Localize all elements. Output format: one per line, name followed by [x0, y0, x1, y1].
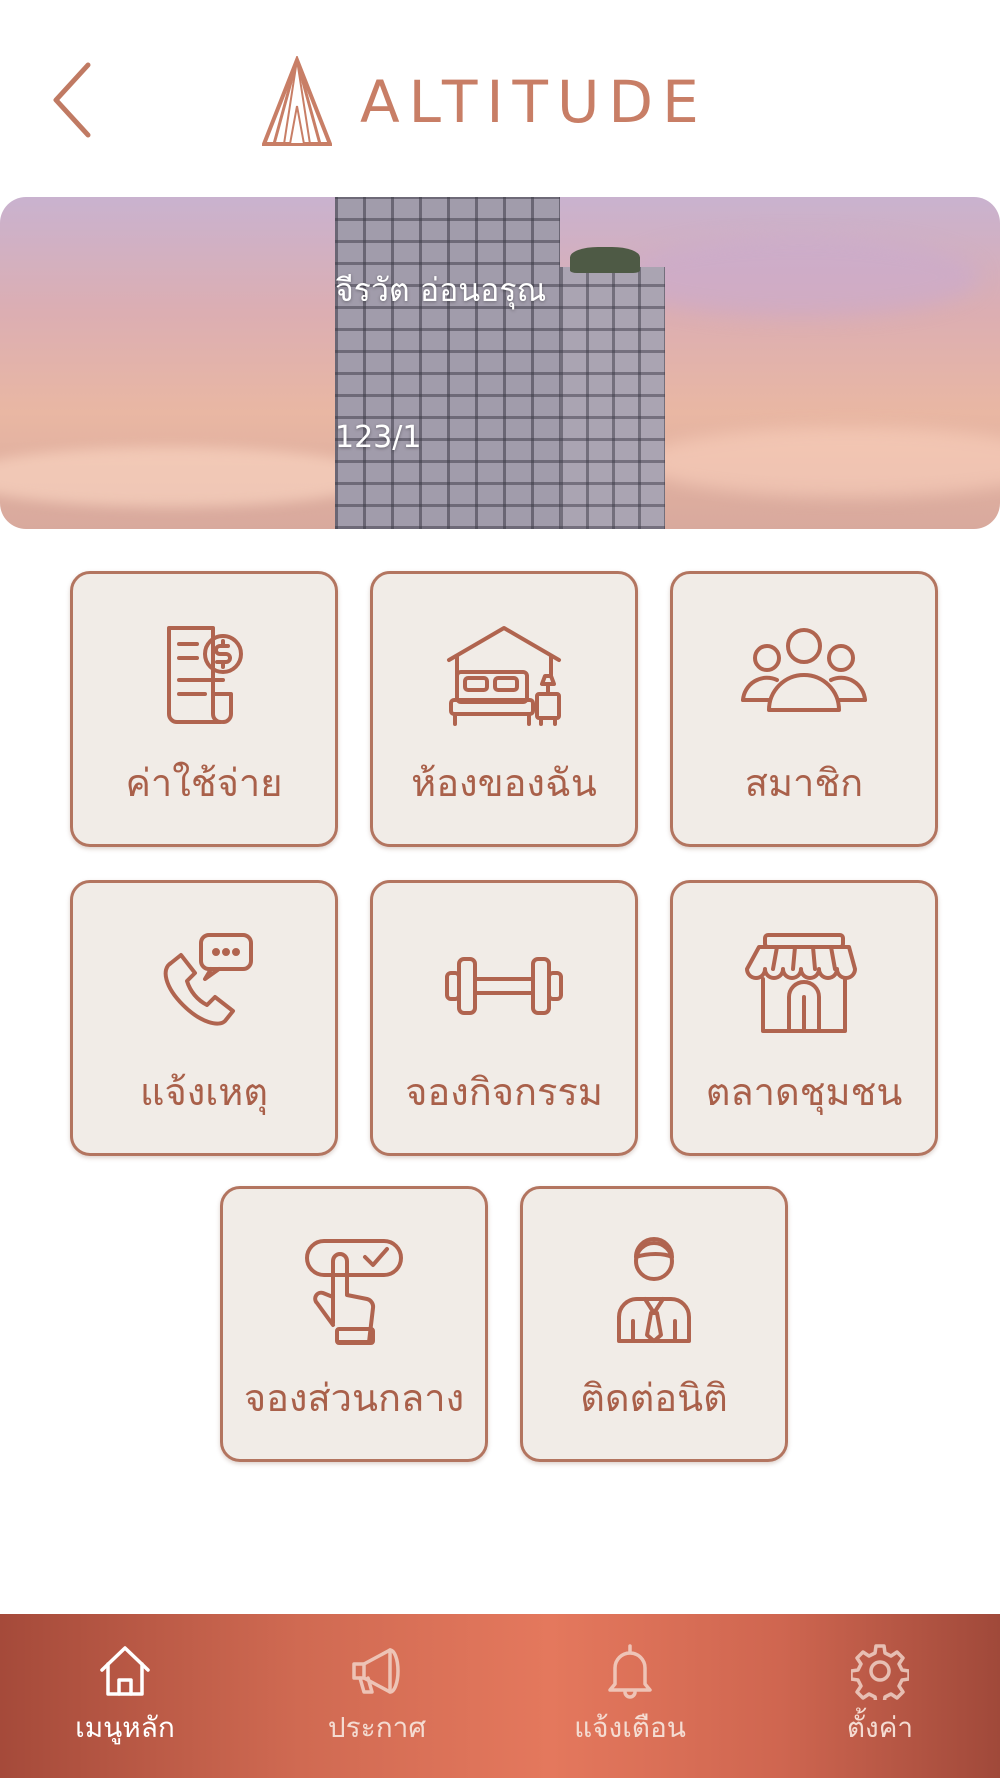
menu-label: ตลาดชุมชน	[705, 1070, 903, 1114]
nav-label: แจ้งเตือน	[574, 1711, 686, 1744]
unit-number: 123/1	[335, 420, 422, 455]
menu-tile-activities[interactable]: จองกิจกรรม	[370, 880, 638, 1156]
menu-tile-contact-management[interactable]: ติดต่อนิติ	[520, 1186, 788, 1462]
menu-tile-expenses[interactable]: ค่าใช้จ่าย	[70, 571, 338, 847]
menu-tile-market[interactable]: ตลาดชุมชน	[670, 880, 938, 1156]
menu-label: ค่าใช้จ่าย	[125, 761, 283, 805]
app-header: ALTITUDE	[0, 0, 1000, 190]
dumbbell-icon	[445, 957, 563, 1015]
menu-label: สมาชิก	[744, 761, 864, 805]
chevron-left-icon	[53, 62, 91, 138]
nav-item-notifications[interactable]: แจ้งเตือน	[545, 1642, 715, 1752]
nav-item-announcements[interactable]: ประกาศ	[292, 1642, 462, 1752]
members-icon	[741, 628, 867, 712]
logo-mark-icon	[262, 56, 332, 146]
altitude-logo: ALTITUDE	[262, 52, 708, 152]
shop-icon	[745, 933, 857, 1033]
nav-item-home[interactable]: เมนูหลัก	[40, 1642, 210, 1752]
bell-icon	[608, 1644, 652, 1699]
menu-label: จองส่วนกลาง	[243, 1376, 465, 1420]
building-banner	[0, 197, 1000, 529]
menu-label: ติดต่อนิติ	[580, 1376, 728, 1420]
phone-chat-icon	[163, 933, 253, 1026]
megaphone-icon	[352, 1648, 400, 1694]
menu-tile-members[interactable]: สมาชิก	[670, 571, 938, 847]
menu-label: แจ้งเหตุ	[139, 1070, 269, 1114]
logo-text: ALTITUDE	[360, 68, 708, 136]
menu-tile-report[interactable]: แจ้งเหตุ	[70, 880, 338, 1156]
tap-booking-icon	[305, 1239, 403, 1345]
bedroom-icon	[447, 626, 561, 726]
building-image	[335, 197, 665, 529]
menu-tile-my-room[interactable]: ห้องของฉัน	[370, 571, 638, 847]
resident-name: จีรวัต อ่อนอรุณ	[335, 271, 547, 309]
nav-item-settings[interactable]: ตั้งค่า	[795, 1642, 965, 1752]
bill-icon	[167, 626, 243, 724]
menu-label: ห้องของฉัน	[411, 761, 597, 805]
menu-tile-facility-booking[interactable]: จองส่วนกลาง	[220, 1186, 488, 1462]
nav-label: เมนูหลัก	[75, 1711, 175, 1744]
home-icon	[100, 1646, 150, 1696]
menu-label: จองกิจกรรม	[405, 1070, 603, 1114]
nav-label: ประกาศ	[327, 1711, 427, 1744]
gear-icon	[851, 1644, 909, 1700]
back-button[interactable]	[40, 55, 110, 145]
bottom-nav: เมนูหลัก ประกาศ แจ้งเตือน ตั้งค่า	[0, 1614, 1000, 1778]
nav-label: ตั้งค่า	[846, 1711, 914, 1744]
staff-icon	[617, 1237, 691, 1343]
